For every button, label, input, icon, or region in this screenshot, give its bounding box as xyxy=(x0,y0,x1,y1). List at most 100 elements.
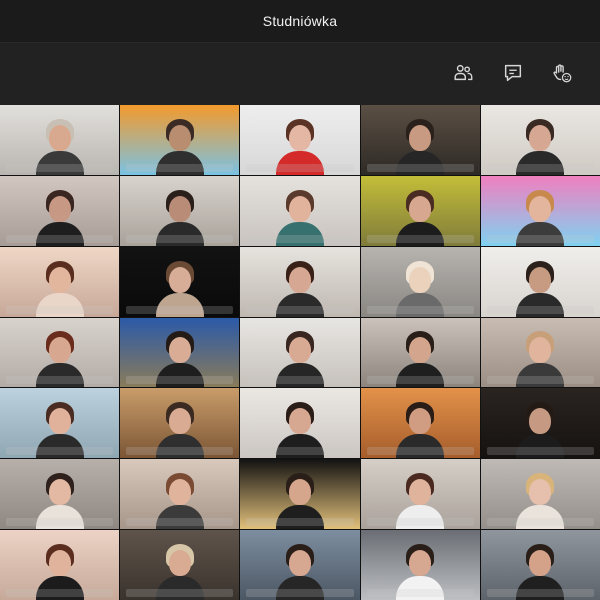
participant-face xyxy=(529,124,552,151)
participant-video-tile[interactable] xyxy=(360,317,480,388)
chat-button[interactable] xyxy=(499,59,527,87)
participant-face xyxy=(48,124,71,151)
participant-video-tile[interactable] xyxy=(360,388,480,459)
participant-face xyxy=(409,408,432,435)
participant-video-tile[interactable] xyxy=(360,459,480,530)
participant-face xyxy=(409,479,432,506)
participant-name-bar xyxy=(6,163,114,172)
participant-face xyxy=(288,124,311,151)
participant-face xyxy=(168,337,191,364)
participant-video-tile[interactable] xyxy=(360,105,480,175)
video-grid xyxy=(0,105,600,600)
participant-video-tile[interactable] xyxy=(240,459,360,530)
participant-video-tile[interactable] xyxy=(480,459,600,530)
participant-video-tile[interactable] xyxy=(120,175,240,246)
participant-name-bar xyxy=(126,376,234,385)
participant-video-tile[interactable] xyxy=(120,459,240,530)
participant-face xyxy=(288,266,311,293)
participant-name-bar xyxy=(246,234,354,243)
participant-video-tile[interactable] xyxy=(480,246,600,317)
participant-face xyxy=(409,549,432,576)
participant-face xyxy=(168,549,191,576)
participant-face xyxy=(48,479,71,506)
participant-video-tile[interactable] xyxy=(0,459,120,530)
participant-name-bar xyxy=(246,305,354,314)
participant-video-tile[interactable] xyxy=(0,388,120,459)
participant-face xyxy=(168,408,191,435)
participant-face xyxy=(48,408,71,435)
participant-video-tile[interactable] xyxy=(240,246,360,317)
participant-name-bar xyxy=(126,518,234,527)
meeting-toolbar xyxy=(0,43,600,105)
participant-face xyxy=(288,195,311,222)
participant-video-tile[interactable] xyxy=(0,317,120,388)
participant-name-bar xyxy=(126,588,234,597)
participant-video-tile[interactable] xyxy=(480,317,600,388)
participant-name-bar xyxy=(486,447,594,456)
participant-name-bar xyxy=(6,234,114,243)
participant-video-tile[interactable] xyxy=(240,317,360,388)
participant-face xyxy=(288,479,311,506)
participant-video-tile[interactable] xyxy=(240,105,360,175)
participant-face xyxy=(529,337,552,364)
participant-face xyxy=(529,408,552,435)
participant-face xyxy=(529,195,552,222)
participant-video-tile[interactable] xyxy=(480,388,600,459)
participant-video-tile[interactable] xyxy=(0,105,120,175)
participants-icon xyxy=(454,64,473,81)
participant-video-tile[interactable] xyxy=(480,105,600,175)
participant-name-bar xyxy=(6,376,114,385)
participant-name-bar xyxy=(126,305,234,314)
participant-face xyxy=(48,337,71,364)
participant-video-tile[interactable] xyxy=(120,317,240,388)
participant-video-tile[interactable] xyxy=(480,175,600,246)
participant-face xyxy=(288,337,311,364)
participant-face xyxy=(168,124,191,151)
participant-video-tile[interactable] xyxy=(240,530,360,600)
participant-name-bar xyxy=(486,376,594,385)
participant-name-bar xyxy=(126,234,234,243)
participant-video-tile[interactable] xyxy=(120,388,240,459)
participant-video-tile[interactable] xyxy=(0,246,120,317)
participant-video-tile[interactable] xyxy=(480,530,600,600)
participant-name-bar xyxy=(6,447,114,456)
participant-face xyxy=(529,549,552,576)
participant-name-bar xyxy=(366,234,474,243)
participant-video-tile[interactable] xyxy=(360,175,480,246)
participant-face xyxy=(529,479,552,506)
participant-face xyxy=(288,408,311,435)
participant-name-bar xyxy=(6,518,114,527)
participant-name-bar xyxy=(366,376,474,385)
participant-video-tile[interactable] xyxy=(120,105,240,175)
raise-hand-icon xyxy=(553,64,572,83)
participant-name-bar xyxy=(246,447,354,456)
participant-video-tile[interactable] xyxy=(240,388,360,459)
participant-name-bar xyxy=(246,588,354,597)
participant-name-bar xyxy=(366,163,474,172)
participant-video-tile[interactable] xyxy=(120,246,240,317)
participant-video-tile[interactable] xyxy=(240,175,360,246)
raise-hand-button[interactable] xyxy=(548,59,576,87)
participant-video-tile[interactable] xyxy=(360,530,480,600)
participants-button[interactable] xyxy=(449,59,477,87)
participant-video-tile[interactable] xyxy=(120,530,240,600)
participant-face xyxy=(48,266,71,293)
participant-face xyxy=(48,195,71,222)
meeting-title: Studniówka xyxy=(262,13,338,29)
participant-name-bar xyxy=(486,163,594,172)
participant-video-tile[interactable] xyxy=(0,530,120,600)
participant-video-tile[interactable] xyxy=(0,175,120,246)
participant-face xyxy=(288,549,311,576)
participant-name-bar xyxy=(6,305,114,314)
participant-name-bar xyxy=(366,518,474,527)
participant-name-bar xyxy=(246,376,354,385)
participant-face xyxy=(409,266,432,293)
participant-name-bar xyxy=(486,588,594,597)
participant-name-bar xyxy=(246,163,354,172)
participant-name-bar xyxy=(486,234,594,243)
participant-video-tile[interactable] xyxy=(360,246,480,317)
participant-name-bar xyxy=(366,447,474,456)
participant-name-bar xyxy=(486,305,594,314)
participant-face xyxy=(409,195,432,222)
chat-icon xyxy=(504,64,522,82)
